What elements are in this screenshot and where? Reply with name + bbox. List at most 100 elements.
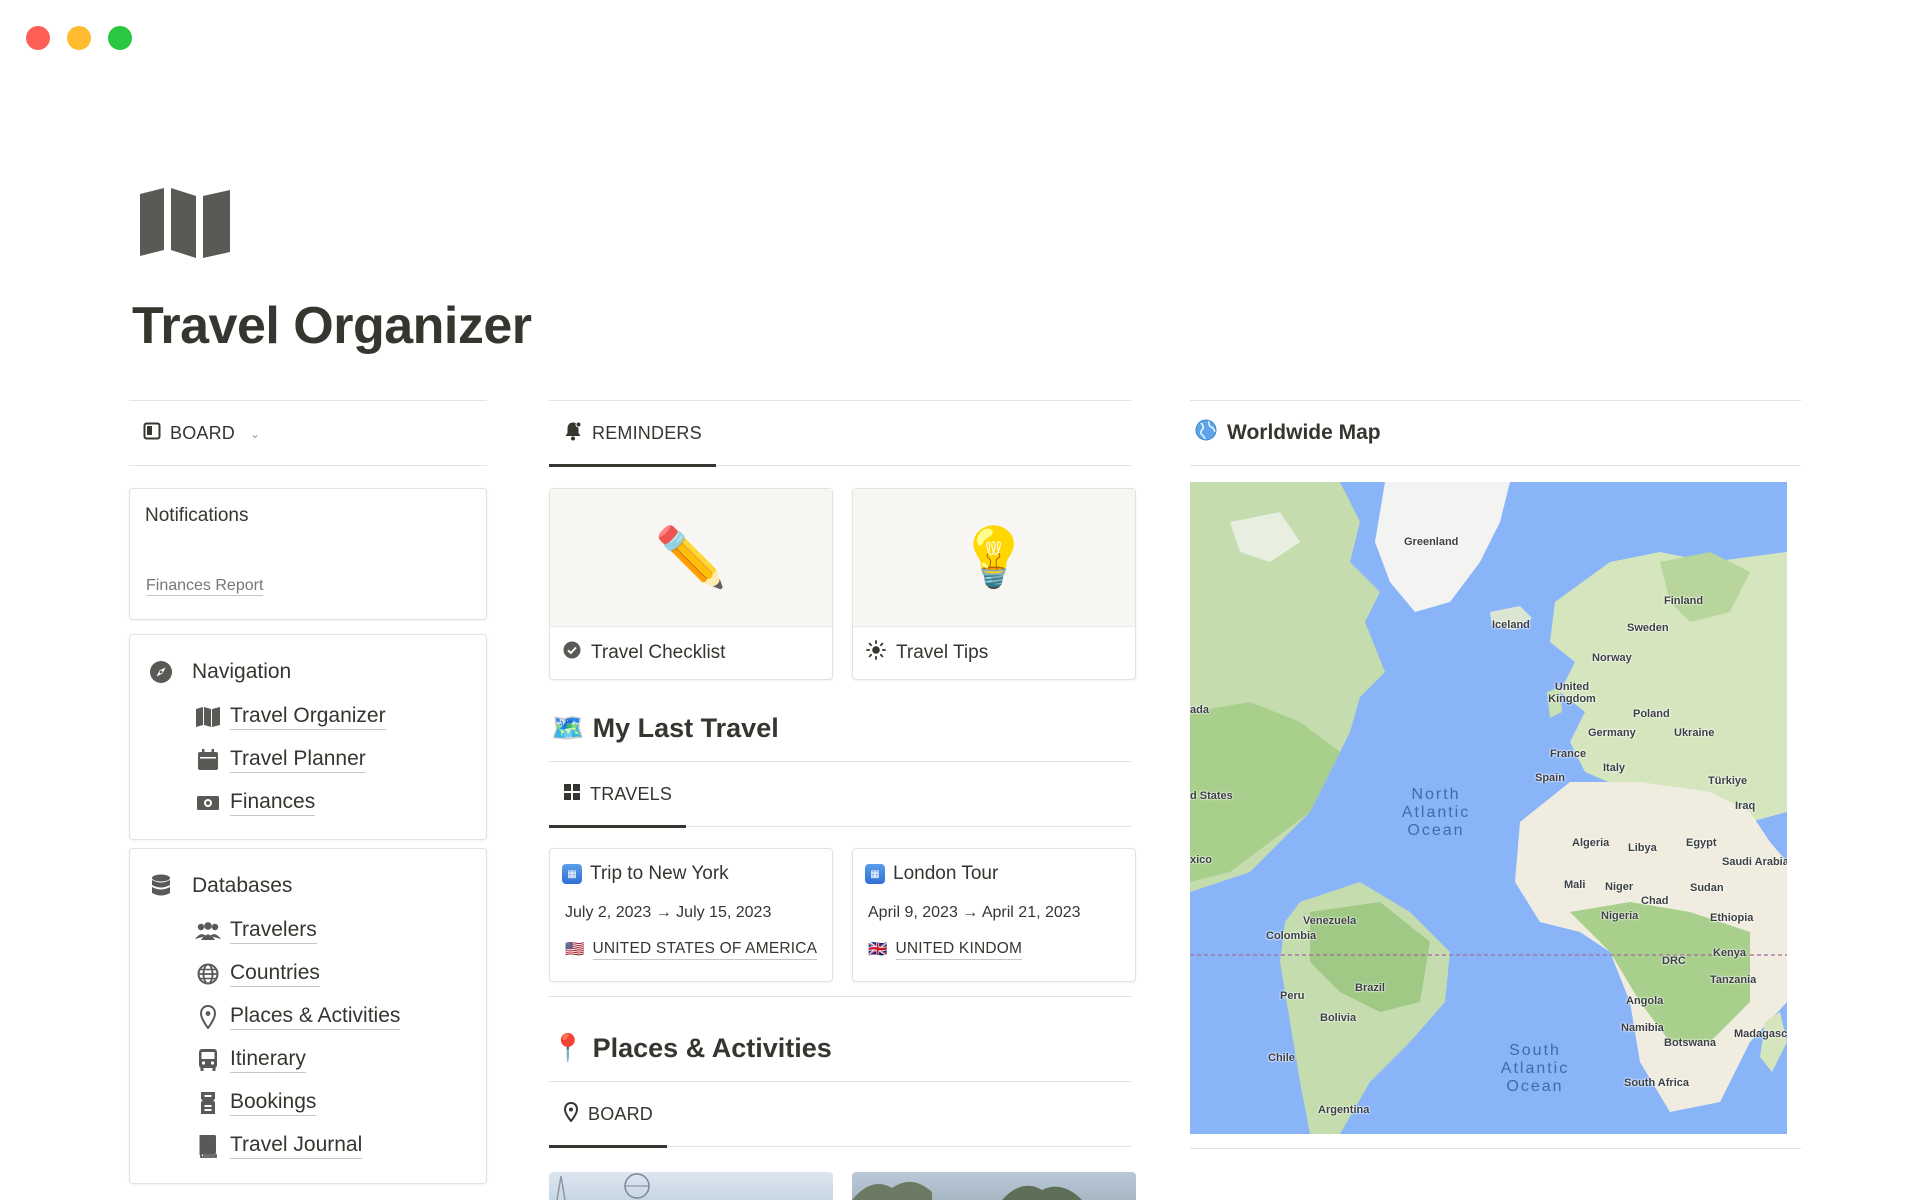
reminder-title: Travel Tips [896,642,989,663]
finances-report-link[interactable]: Finances Report [146,577,264,596]
database-links: Travelers Countries Places & Activities … [194,909,401,1167]
map-label: Bolivia [1320,1012,1357,1024]
tab-places-board-label: BOARD [588,1104,654,1124]
my-last-travel-title: My Last Travel [592,712,779,743]
worldwide-map-header: Worldwide Map [1190,400,1801,466]
map-label: Germany [1588,727,1636,739]
tab-board[interactable]: BOARD ⌄ [129,401,274,466]
map-label: Mali [1564,879,1586,891]
nav-link-travel-planner[interactable]: Travel Planner [194,738,386,781]
travel-title: Trip to New York [590,863,729,884]
navigation-card: Navigation Travel Organizer Travel Plann… [129,634,487,840]
page-title: Travel Organizer [132,297,532,355]
tab-reminders[interactable]: REMINDERS [549,401,716,467]
nav-link-label: Travel Planner [230,746,366,773]
db-link-label: Bookings [230,1089,317,1116]
map-label: Botswana [1664,1037,1716,1049]
ticket-icon [194,1089,222,1117]
travel-card-london-tour[interactable]: ▦ London Tour April 9, 2023 → April 21, … [852,848,1136,982]
tab-reminders-label: REMINDERS [592,423,702,443]
book-icon [194,1132,222,1160]
sun-icon [866,640,886,666]
calendar-icon: ▦ [865,864,885,884]
map-label: Peru [1280,990,1305,1002]
map-label: Türkiye [1708,775,1748,787]
money-icon [194,789,222,817]
map-label: Saudi Arabia [1722,856,1787,868]
map-label: Brazil [1355,982,1385,994]
map-label: Chad [1641,895,1669,907]
map-label: xico [1190,854,1213,866]
map-label: Sweden [1627,622,1669,634]
travel-country-link[interactable]: 🇺🇸 UNITED STATES OF AMERICA [565,939,818,960]
my-last-travel-heading: 🗺️ My Last Travel [551,712,779,744]
lightbulb-icon: 💡 [853,489,1135,627]
reminders-tabbar: REMINDERS [549,400,1131,467]
map-label: Iraq [1735,800,1756,812]
maximize-window-button[interactable] [108,26,132,50]
divider [1190,1148,1801,1149]
nav-link-finances[interactable]: Finances [194,781,386,824]
minimize-window-button[interactable] [67,26,91,50]
map-label: Venezuela [1303,915,1357,927]
pin-icon [194,1003,222,1031]
map-label: South Africa [1624,1077,1689,1089]
travel-country-link[interactable]: 🇬🇧 UNITED KINDOM [868,939,1023,960]
calendar-icon: ▦ [562,864,582,884]
map-label: Argentina [1318,1104,1370,1116]
middle-column: REMINDERS ✏️ Travel Checklist 💡 Travel T… [549,400,1136,1148]
tab-places-board[interactable]: BOARD [549,1082,668,1148]
calendar-icon [194,746,222,774]
travel-dates: April 9, 2023 → April 21, 2023 [868,904,1081,921]
grid-icon [563,783,581,806]
map-label: Angola [1626,995,1664,1007]
map-label: Poland [1633,708,1670,720]
left-board-tabbar: BOARD ⌄ [129,400,487,466]
navigation-header: Navigation [148,659,291,685]
place-thumbnail[interactable] [852,1172,1136,1200]
db-link-places-activities[interactable]: Places & Activities [194,995,401,1038]
db-link-itinerary[interactable]: Itinerary [194,1038,400,1081]
db-link-bookings[interactable]: Bookings [194,1081,400,1124]
reminder-card-travel-checklist[interactable]: ✏️ Travel Checklist [549,488,833,680]
map-label: ada [1190,704,1209,716]
reminder-card-travel-tips[interactable]: 💡 Travel Tips [852,488,1136,680]
notifications-title: Notifications [145,505,249,526]
worldwide-map[interactable]: Greenland Iceland Finland Sweden Norway … [1190,482,1787,1134]
notifications-card[interactable]: Notifications Finances Report [129,488,487,620]
map-label: Kenya [1713,947,1747,959]
nav-link-travel-organizer[interactable]: Travel Organizer [194,695,386,738]
worldwide-map-title: Worldwide Map [1227,421,1381,444]
check-circle-icon [563,641,581,665]
db-link-countries[interactable]: Countries [194,952,400,995]
globe-icon [1195,419,1217,447]
tab-travels[interactable]: TRAVELS [549,762,687,828]
map-icon[interactable] [138,188,234,258]
database-icon [148,873,174,899]
map-label: Chile [1268,1052,1295,1064]
map-label: Nigeria [1601,910,1639,922]
databases-title: Databases [192,874,293,897]
places-activities-title: Places & Activities [592,1032,832,1063]
db-link-label: Travel Journal [230,1132,363,1159]
travel-card-trip-to-new-york[interactable]: ▦ Trip to New York July 2, 2023 → July 1… [549,848,833,982]
db-link-travel-journal[interactable]: Travel Journal [194,1124,400,1167]
db-link-travelers[interactable]: Travelers [194,909,400,952]
map-label: Libya [1628,842,1657,854]
map-label: Madagascar [1734,1028,1787,1040]
tab-board-label: BOARD [170,423,236,443]
place-thumbnail[interactable] [549,1172,833,1200]
map-label: Tanzania [1710,974,1757,986]
map-label: Ethiopia [1710,912,1754,924]
map-label: United Kingdom [1548,681,1596,705]
reminder-title: Travel Checklist [591,642,726,663]
db-link-label: Countries [230,960,320,987]
people-icon [194,917,222,945]
map-label: France [1550,748,1587,760]
close-window-button[interactable] [26,26,50,50]
pencil-icon: ✏️ [550,489,832,627]
divider [549,996,1131,997]
nav-link-label: Finances [230,789,316,816]
chevron-down-icon[interactable]: ⌄ [250,427,260,441]
round-pushpin-icon: 📍 [551,1033,585,1063]
